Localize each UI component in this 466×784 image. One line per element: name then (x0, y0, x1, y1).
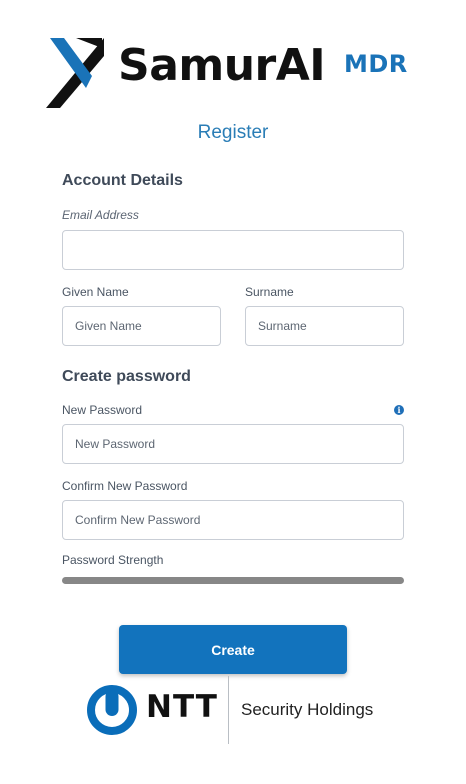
info-icon[interactable]: i (394, 405, 404, 415)
company-mark: NTT (146, 689, 218, 725)
email-label: Email Address (62, 208, 139, 222)
ntt-logo-icon (87, 685, 137, 735)
samurai-logo-icon (46, 38, 104, 108)
footer-divider (228, 676, 229, 744)
new-password-label: New Password (62, 403, 143, 417)
email-field[interactable] (62, 230, 404, 270)
brand-name: SamurAI (118, 40, 326, 91)
confirm-password-field[interactable] (62, 500, 404, 540)
new-password-field[interactable] (62, 424, 404, 464)
surname-field[interactable] (245, 306, 404, 346)
account-details-heading: Account Details (62, 172, 183, 189)
create-password-heading: Create password (62, 368, 191, 385)
password-strength-bar (62, 577, 404, 584)
page-title: Register (197, 122, 269, 143)
given-name-field[interactable] (62, 306, 221, 346)
given-name-label: Given Name (62, 285, 129, 299)
company-subtitle: Security Holdings (241, 700, 374, 719)
brand-suffix: MDR (344, 50, 408, 78)
create-button[interactable]: Create (119, 625, 347, 674)
confirm-password-label: Confirm New Password (62, 479, 188, 493)
password-strength-label: Password Strength (62, 553, 164, 567)
surname-label: Surname (245, 285, 294, 299)
